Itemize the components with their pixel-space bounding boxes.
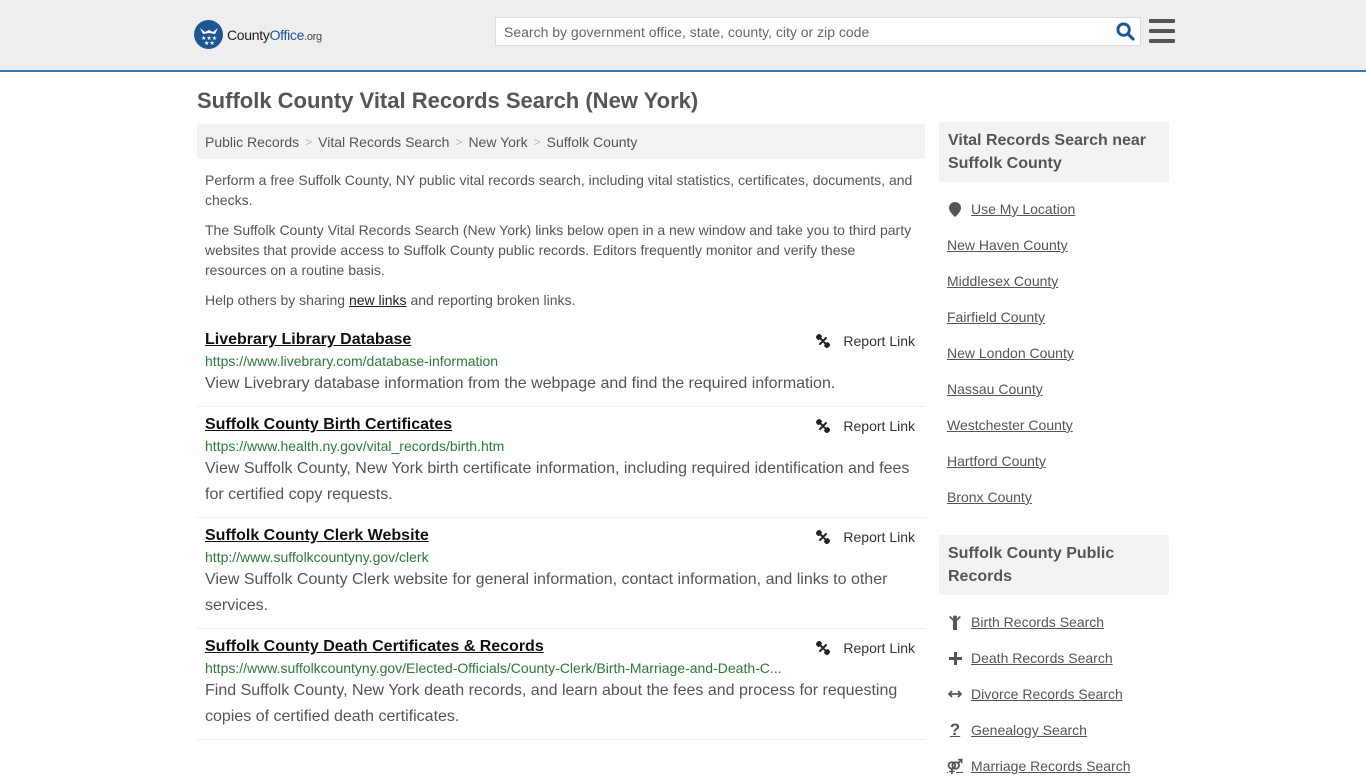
logo-office: Office <box>269 26 305 43</box>
intro-paragraph-share: Help others by sharing new links and rep… <box>205 290 917 310</box>
public-records-section: Suffolk County Public Records Birth Reco… <box>939 535 1169 784</box>
record-link-description: View Suffolk County, New York birth cert… <box>205 460 910 503</box>
logo-text: CountyOffice.org <box>227 27 322 43</box>
death-records-link[interactable]: Death Records Search <box>947 640 1161 676</box>
intro-text: Perform a free Suffolk County, NY public… <box>197 170 925 310</box>
hamburger-menu-icon[interactable] <box>1149 19 1175 43</box>
map-marker-icon <box>947 201 963 217</box>
eagle-logo-icon: ★★★ ★★ <box>194 20 223 49</box>
page-title: Suffolk County Vital Records Search (New… <box>197 88 699 113</box>
record-link-url: https://www.suffolkcountyny.gov/Elected-… <box>205 660 782 676</box>
nearby-heading: Vital Records Search near Suffolk County <box>939 122 1169 182</box>
breadcrumb-separator: > <box>533 134 541 149</box>
breadcrumb-suffolk-county[interactable]: Suffolk County <box>547 134 638 150</box>
record-link-title[interactable]: Livebrary Library Database <box>205 330 411 350</box>
child-icon <box>947 615 963 630</box>
marriage-records-link[interactable]: ⚤ Marriage Records Search <box>947 748 1161 784</box>
report-link-button[interactable]: Report Link <box>815 529 915 545</box>
record-link-url: http://www.suffolkcountyny.gov/clerk <box>205 549 429 565</box>
record-link-title[interactable]: Suffolk County Clerk Website <box>205 526 429 546</box>
broken-link-icon <box>816 333 831 349</box>
question-icon: ? <box>949 720 961 739</box>
genealogy-search-label: Genealogy Search <box>971 722 1087 738</box>
report-link-button[interactable]: Report Link <box>815 418 915 434</box>
breadcrumb-vital-records-search[interactable]: Vital Records Search <box>318 134 449 150</box>
record-link-description: View Livebrary database information from… <box>205 375 836 392</box>
share-text: and reporting broken links. <box>406 292 576 308</box>
menu-bar <box>1149 39 1175 43</box>
report-link-button[interactable]: Report Link <box>815 333 915 349</box>
breadcrumb: Public Records > Vital Records Search > … <box>197 124 925 159</box>
sidebar: Vital Records Search near Suffolk County… <box>939 122 1169 784</box>
divorce-records-label: Divorce Records Search <box>971 686 1123 702</box>
search-input[interactable] <box>496 18 1110 45</box>
report-link-label: Report Link <box>843 333 915 349</box>
report-link-label: Report Link <box>843 418 915 434</box>
nearby-list: Use My Location New Haven County Middles… <box>939 182 1169 515</box>
breadcrumb-new-york[interactable]: New York <box>468 134 527 150</box>
search-icon <box>1115 22 1135 41</box>
list-item: Suffolk County Death Certificates & Reco… <box>197 629 925 740</box>
record-link-description: Find Suffolk County, New York death reco… <box>205 682 898 725</box>
menu-bar <box>1149 29 1175 33</box>
menu-bar <box>1149 19 1175 23</box>
nearby-county-link[interactable]: New London County <box>947 335 1161 371</box>
search-bar <box>495 17 1141 46</box>
report-link-label: Report Link <box>843 640 915 656</box>
birth-records-label: Birth Records Search <box>971 614 1105 630</box>
public-records-heading: Suffolk County Public Records <box>939 535 1169 595</box>
site-header: ★★★ ★★ CountyOffice.org <box>0 0 1366 72</box>
genealogy-search-link[interactable]: ? Genealogy Search <box>947 712 1161 748</box>
record-link-title[interactable]: Suffolk County Death Certificates & Reco… <box>205 637 544 657</box>
report-link-label: Report Link <box>843 529 915 545</box>
use-my-location-label: Use My Location <box>971 201 1076 217</box>
broken-link-icon <box>816 529 831 545</box>
breadcrumb-separator: > <box>305 134 313 149</box>
logo-org: .org <box>304 30 322 43</box>
nearby-county-link[interactable]: Fairfield County <box>947 299 1161 335</box>
search-button[interactable] <box>1110 18 1140 45</box>
nearby-county-link[interactable]: Hartford County <box>947 443 1161 479</box>
public-records-list: Birth Records Search Death Records Searc… <box>939 595 1169 784</box>
intro-paragraph: The Suffolk County Vital Records Search … <box>205 222 912 278</box>
record-link-url: https://www.health.ny.gov/vital_records/… <box>205 438 505 454</box>
arrows-horizontal-icon <box>947 689 963 699</box>
broken-link-icon <box>816 640 831 656</box>
record-link-description: View Suffolk County Clerk website for ge… <box>205 571 888 614</box>
logo-county: County <box>227 26 270 43</box>
nearby-county-link[interactable]: New Haven County <box>947 227 1161 263</box>
cross-icon <box>947 651 963 665</box>
divorce-records-link[interactable]: Divorce Records Search <box>947 676 1161 712</box>
site-logo[interactable]: ★★★ ★★ CountyOffice.org <box>194 20 322 49</box>
nearby-county-link[interactable]: Middlesex County <box>947 263 1161 299</box>
record-link-url: https://www.livebrary.com/database-infor… <box>205 353 499 369</box>
record-link-title[interactable]: Suffolk County Birth Certificates <box>205 415 452 435</box>
list-item: Suffolk County Birth Certificates https:… <box>197 407 925 518</box>
broken-link-icon <box>816 418 831 434</box>
intro-paragraph: Perform a free Suffolk County, NY public… <box>205 172 913 208</box>
marriage-icon: ⚤ <box>946 757 964 774</box>
list-item: Suffolk County Clerk Website http://www.… <box>197 518 925 629</box>
share-text: Help others by sharing <box>205 292 349 308</box>
report-link-button[interactable]: Report Link <box>815 640 915 656</box>
nearby-county-link[interactable]: Westchester County <box>947 407 1161 443</box>
list-item: Livebrary Library Database https://www.l… <box>197 322 925 407</box>
record-links-list: Livebrary Library Database https://www.l… <box>197 322 925 740</box>
nearby-county-link[interactable]: Nassau County <box>947 371 1161 407</box>
breadcrumb-public-records[interactable]: Public Records <box>205 134 299 150</box>
death-records-label: Death Records Search <box>971 650 1113 666</box>
nearby-county-link[interactable]: Bronx County <box>947 479 1161 515</box>
birth-records-link[interactable]: Birth Records Search <box>947 604 1161 640</box>
svg-text:★★: ★★ <box>204 40 215 45</box>
new-links-link[interactable]: new links <box>349 292 407 308</box>
use-my-location-link[interactable]: Use My Location <box>947 191 1161 227</box>
main-content: Public Records > Vital Records Search > … <box>197 124 925 740</box>
marriage-records-label: Marriage Records Search <box>971 758 1131 774</box>
breadcrumb-separator: > <box>455 134 463 149</box>
